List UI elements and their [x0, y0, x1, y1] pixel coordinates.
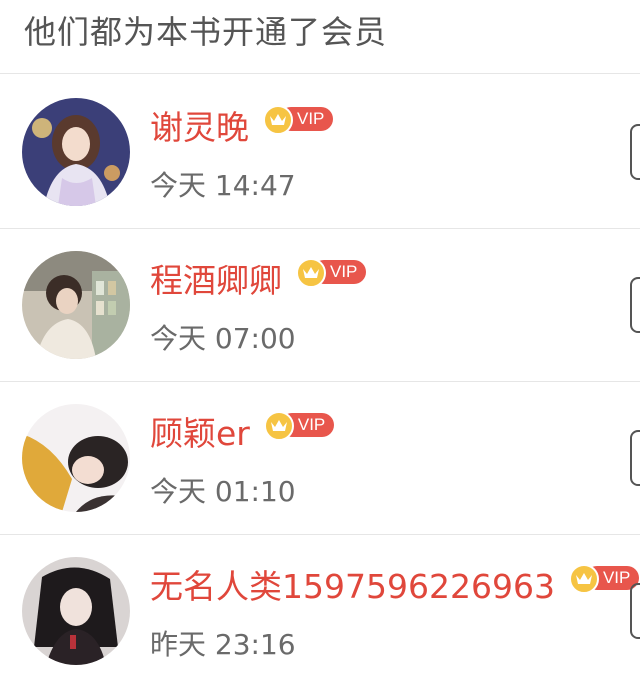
vip-badge: VIP	[568, 564, 639, 594]
member-name[interactable]: 程酒卿卿	[150, 257, 282, 305]
member-time: 今天 07:00	[150, 322, 296, 355]
list-item[interactable]: 谢灵晚 VIP 今天 14:47	[0, 76, 640, 229]
member-name[interactable]: 无名人类1597596226963	[150, 563, 555, 611]
member-name[interactable]: 谢灵晚	[150, 104, 249, 152]
crown-icon	[263, 411, 294, 441]
list-item[interactable]: 无名人类1597596226963 VIP 昨天 23:16	[0, 535, 640, 693]
crown-icon	[296, 258, 326, 288]
member-time: 今天 01:10	[150, 475, 296, 508]
crown-icon	[568, 564, 599, 594]
member-time: 今天 14:47	[150, 169, 296, 202]
follow-button[interactable]	[630, 124, 640, 180]
avatar[interactable]	[22, 404, 130, 512]
list-item[interactable]: 程酒卿卿 VIP 今天 07:00	[0, 229, 640, 382]
member-name[interactable]: 顾颖er	[150, 410, 250, 458]
member-name-line: 程酒卿卿 VIP	[150, 257, 366, 305]
list-item[interactable]: 顾颖er VIP 今天 01:10	[0, 382, 640, 535]
follow-button[interactable]	[630, 583, 640, 639]
follow-button[interactable]	[630, 430, 640, 486]
member-name-line: 顾颖er VIP	[150, 410, 334, 458]
member-name-line: 谢灵晚 VIP	[150, 104, 333, 152]
member-time: 昨天 23:16	[150, 628, 296, 661]
header: 他们都为本书开通了会员	[0, 0, 640, 74]
vip-badge: VIP	[263, 105, 333, 135]
member-name-line: 无名人类1597596226963 VIP	[150, 563, 639, 611]
crown-icon	[263, 105, 293, 135]
avatar[interactable]	[22, 557, 130, 665]
vip-badge: VIP	[263, 411, 334, 441]
page-title: 他们都为本书开通了会员	[24, 13, 388, 51]
vip-badge: VIP	[296, 258, 366, 288]
follow-button[interactable]	[630, 277, 640, 333]
avatar[interactable]	[22, 251, 130, 359]
avatar[interactable]	[22, 98, 130, 206]
